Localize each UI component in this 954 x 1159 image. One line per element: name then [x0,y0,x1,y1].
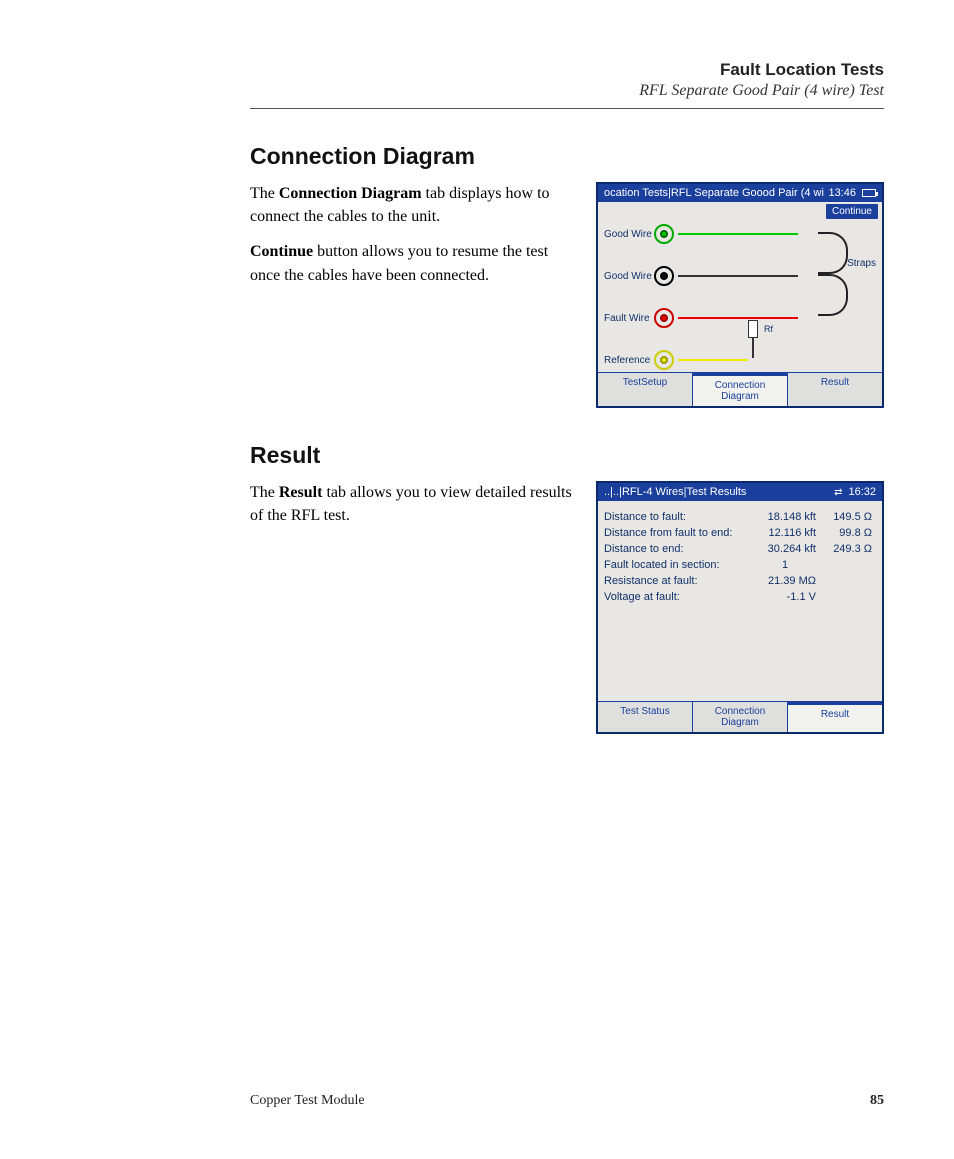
result-value-1: 1 [754,559,816,571]
device-title: ocation Tests|RFL Separate Goood Pair (4… [604,187,824,199]
cd-paragraph-1: The Connection Diagram tab displays how … [250,182,574,228]
result-row: Distance to end: 30.264 kft 249.3 Ω [604,541,876,557]
section-cd-text: The Connection Diagram tab displays how … [250,182,574,299]
fault-wire-label: Fault Wire [604,313,654,324]
result-key: Fault located in section: [604,559,754,571]
result-value-1: -1.1 V [754,591,816,603]
result-value-1: 30.264 kft [754,543,816,555]
tab-testsetup[interactable]: TestSetup [598,373,692,406]
chapter-subtitle: RFL Separate Good Pair (4 wire) Test [250,82,884,100]
result-value-2 [816,575,872,587]
rf-label: Rf [764,324,773,334]
running-header: Fault Location Tests RFL Separate Good P… [250,60,884,100]
result-value-2: 249.3 Ω [816,543,872,555]
tab-result[interactable]: Result [787,702,882,732]
device-time: 13:46 [828,187,856,199]
good-wire-2-label: Good Wire [604,271,654,282]
section-res-text: The Result tab allows you to view detail… [250,481,574,539]
result-value-2: 99.8 Ω [816,527,872,539]
tab-test-status[interactable]: Test Status [598,702,692,732]
strap-curve-2 [818,274,848,316]
section-heading-connection-diagram: Connection Diagram [250,143,884,170]
result-value-1: 18.148 kft [754,511,816,523]
result-row: Fault located in section: 1 [604,557,876,573]
reference-label: Reference [604,355,654,366]
result-value-1: 21.39 MΩ [754,575,816,587]
result-key: Distance from fault to end: [604,527,754,539]
device-tabs: TestSetup Connection Diagram Result [598,372,882,406]
tab-connection-diagram[interactable]: Connection Diagram [692,702,787,732]
page-number: 85 [870,1093,884,1109]
good-wire-1-label: Good Wire [604,229,654,240]
result-key: Distance to fault: [604,511,754,523]
result-value-2: 149.5 Ω [816,511,872,523]
device-title: ..|..|RFL-4 Wires|Test Results [604,486,746,498]
page-footer: Copper Test Module 85 [70,1093,884,1109]
result-value-2 [816,591,872,603]
text: The [250,185,279,202]
result-key: Resistance at fault: [604,575,754,587]
device-connection-diagram: ocation Tests|RFL Separate Goood Pair (4… [596,182,884,408]
link-icon: ⇄ [834,487,842,498]
wire-yellow [678,359,748,361]
result-key: Voltage at fault: [604,591,754,603]
rf-resistor-icon [748,320,758,338]
device-titlebar: ocation Tests|RFL Separate Goood Pair (4… [598,184,882,202]
wire-green [678,233,798,235]
device-tabs: Test Status Connection Diagram Result [598,701,882,732]
straps-label: Straps [847,258,876,269]
result-row: Voltage at fault: -1.1 V [604,589,876,605]
port-green-icon [654,224,674,244]
port-black-icon [654,266,674,286]
header-rule [250,108,884,109]
result-value-1: 12.116 kft [754,527,816,539]
bold-term: Connection Diagram [279,185,422,202]
result-value-2 [816,559,872,571]
cd-paragraph-2: Continue button allows you to resume the… [250,240,574,286]
device-body: Distance to fault: 18.148 kft 149.5 Ω Di… [598,501,882,701]
device-result: ..|..|RFL-4 Wires|Test Results ⇄ 16:32 D… [596,481,884,734]
tab-connection-diagram[interactable]: Connection Diagram [692,373,787,406]
battery-icon [862,189,876,197]
wire-black [678,275,798,277]
result-row: Resistance at fault: 21.39 MΩ [604,573,876,589]
device-time: 16:32 [848,486,876,498]
chapter-title: Fault Location Tests [250,60,884,80]
strap-curve-1 [818,232,848,274]
result-row: Distance to fault: 18.148 kft 149.5 Ω [604,509,876,525]
device-body: Continue Good Wire Good Wire Fault Wire [598,202,882,372]
continue-button[interactable]: Continue [826,204,878,219]
port-red-icon [654,308,674,328]
wire-red [678,317,798,319]
bold-term: Continue [250,243,313,260]
rf-lead [752,338,754,358]
footer-product: Copper Test Module [250,1093,365,1109]
result-key: Distance to end: [604,543,754,555]
text: The [250,484,279,501]
port-yellow-icon [654,350,674,370]
section-heading-result: Result [250,442,884,469]
bold-term: Result [279,484,323,501]
res-paragraph-1: The Result tab allows you to view detail… [250,481,574,527]
tab-result[interactable]: Result [787,373,882,406]
device-titlebar: ..|..|RFL-4 Wires|Test Results ⇄ 16:32 [598,483,882,501]
result-row: Distance from fault to end: 12.116 kft 9… [604,525,876,541]
